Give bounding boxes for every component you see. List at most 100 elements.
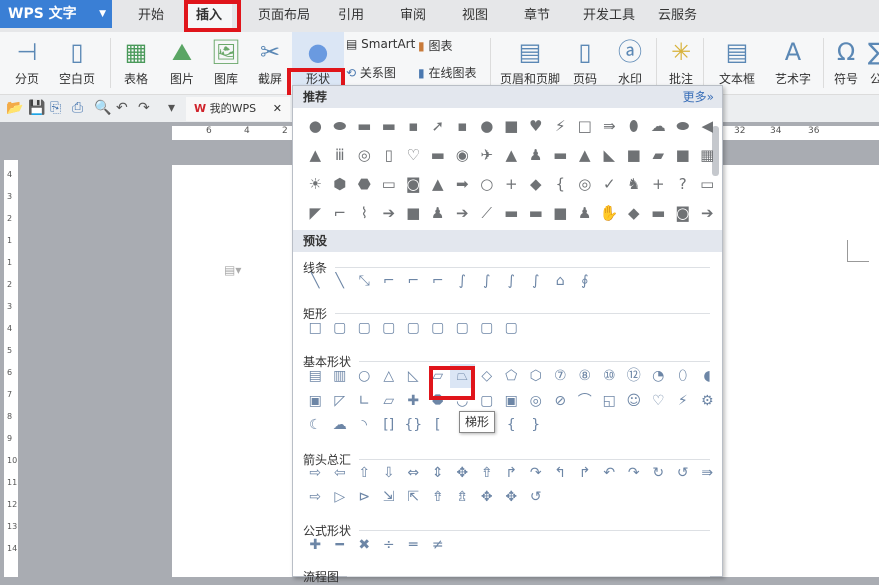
shape-option[interactable]: ♞	[622, 172, 647, 196]
shape-option[interactable]: ✥	[450, 461, 475, 485]
shape-option[interactable]: ◎	[524, 389, 549, 413]
export-icon[interactable]: ⎘	[50, 100, 61, 116]
table-button[interactable]: ▦表格	[118, 32, 154, 95]
shape-option[interactable]: ⬣	[352, 172, 377, 196]
shape-option[interactable]: ➔	[377, 201, 402, 225]
doc-tab-my-wps[interactable]: W 我的WPS✕	[186, 97, 290, 121]
tab-cloud[interactable]: 云服务	[658, 0, 697, 32]
shape-option[interactable]: ⌇	[352, 201, 377, 225]
smartart-button[interactable]: ▤ SmartArt	[346, 37, 415, 51]
shape-option[interactable]: ▲	[499, 143, 524, 167]
shape-option[interactable]: ═	[401, 533, 426, 557]
shape-option[interactable]: ⚙	[695, 389, 720, 413]
gallery-button[interactable]: 🖼图库	[206, 32, 246, 95]
save-icon[interactable]: 💾	[28, 100, 45, 116]
shape-option[interactable]: ■	[671, 143, 696, 167]
shape-option[interactable]: ▷	[328, 485, 353, 509]
shape-option[interactable]: ↱	[499, 461, 524, 485]
shape-option[interactable]: ◙	[671, 201, 696, 225]
more-link[interactable]: 更多»	[683, 86, 714, 108]
open-icon[interactable]: 📂	[6, 100, 23, 116]
shape-option[interactable]: ◎	[573, 172, 598, 196]
shape-option[interactable]: ▱	[377, 389, 402, 413]
shape-option[interactable]: ☁	[328, 413, 353, 437]
shape-option[interactable]: ○	[475, 172, 500, 196]
shape-option[interactable]: ∫	[475, 269, 500, 293]
shape-option[interactable]: ◀	[695, 114, 720, 138]
shape-option[interactable]: ●	[303, 114, 328, 138]
print-icon[interactable]: ⎙	[72, 100, 83, 116]
shape-option[interactable]: ⇨	[303, 461, 328, 485]
shape-option[interactable]: ÷	[377, 533, 402, 557]
shape-option[interactable]: ▲	[573, 143, 598, 167]
shape-option[interactable]: ▪	[401, 114, 426, 138]
shape-option[interactable]: ⇲	[377, 485, 402, 509]
shape-option[interactable]: ▲	[426, 172, 451, 196]
shape-option[interactable]: ✚	[303, 533, 328, 557]
shape-option[interactable]: +	[499, 172, 524, 196]
shape-option[interactable]: ⇛	[597, 114, 622, 138]
shape-option[interactable]: ○	[352, 364, 377, 388]
shape-option[interactable]: □	[303, 316, 328, 340]
shape-option[interactable]: ◤	[303, 201, 328, 225]
shape-option[interactable]: }	[524, 413, 549, 437]
shape-option[interactable]: ◝	[352, 413, 377, 437]
shape-option[interactable]: ↺	[671, 461, 696, 485]
shape-option[interactable]: ▢	[352, 316, 377, 340]
shape-option[interactable]: ↰	[548, 461, 573, 485]
shape-option[interactable]: ◆	[524, 172, 549, 196]
shape-option[interactable]: []	[377, 413, 402, 437]
screenshot-button[interactable]: ✂截屏	[250, 32, 290, 95]
shape-option[interactable]: ⇛	[695, 461, 720, 485]
shape-option[interactable]: ✋	[597, 201, 622, 225]
shape-option[interactable]: □	[573, 114, 598, 138]
online-chart-button[interactable]: ▮ 在线图表	[418, 64, 476, 81]
shape-option[interactable]: {	[548, 172, 573, 196]
shape-option[interactable]: ▬	[426, 143, 451, 167]
shape-option[interactable]: ↷	[622, 461, 647, 485]
shape-option[interactable]: ⇮	[475, 461, 500, 485]
shape-option[interactable]: ☀	[303, 172, 328, 196]
shape-option[interactable]: ◱	[597, 389, 622, 413]
shape-option[interactable]: ⊳	[352, 485, 377, 509]
close-icon[interactable]: ✕	[273, 97, 282, 121]
shape-option[interactable]: ◺	[401, 364, 426, 388]
shape-option[interactable]: ♡	[401, 143, 426, 167]
shape-option[interactable]: ⑦	[548, 364, 573, 388]
shape-option[interactable]: ⇱	[401, 485, 426, 509]
shape-option[interactable]: ⌐	[377, 269, 402, 293]
shape-option[interactable]: ◎	[352, 143, 377, 167]
shape-option[interactable]: ∫	[499, 269, 524, 293]
shape-option[interactable]: ■	[548, 201, 573, 225]
tab-home[interactable]: 开始	[138, 0, 164, 32]
shape-option[interactable]: ▭	[377, 172, 402, 196]
shape-option[interactable]: ▢	[450, 316, 475, 340]
shape-option[interactable]: ⟋	[475, 201, 500, 225]
shape-option[interactable]: ⬡	[524, 364, 549, 388]
shape-option[interactable]: ↱	[573, 461, 598, 485]
shape-option[interactable]: [	[426, 413, 451, 437]
shape-option[interactable]: ☁	[646, 114, 671, 138]
shape-option[interactable]: ⯃	[426, 389, 451, 413]
shape-option[interactable]: ➔	[450, 201, 475, 225]
shape-option[interactable]: ✥	[499, 485, 524, 509]
shape-option[interactable]: ▬	[377, 114, 402, 138]
undo-icon[interactable]: ↶	[116, 100, 128, 116]
shape-option[interactable]: ▦	[695, 143, 720, 167]
shape-option[interactable]: ♟	[524, 143, 549, 167]
tab-page-layout[interactable]: 页面布局	[258, 0, 310, 32]
shape-option[interactable]: ⑩	[597, 364, 622, 388]
vertical-ruler[interactable]: 43211234567891011121314	[4, 160, 18, 577]
shape-option[interactable]: ⬮	[622, 114, 647, 138]
shape-option[interactable]: ♥	[524, 114, 549, 138]
tab-review[interactable]: 审阅	[400, 0, 426, 32]
shape-option[interactable]: ▱	[426, 364, 451, 388]
shape-option[interactable]: ⬯	[671, 364, 696, 388]
relation-button[interactable]: ⟲ 关系图	[346, 64, 396, 81]
shape-option[interactable]: ▬	[646, 201, 671, 225]
shape-option[interactable]: ▯	[377, 143, 402, 167]
shape-option[interactable]: ▬	[548, 143, 573, 167]
shape-option[interactable]: ∫	[450, 269, 475, 293]
shape-option[interactable]: ↻	[646, 461, 671, 485]
customize-icon[interactable]: ▾	[168, 100, 175, 116]
